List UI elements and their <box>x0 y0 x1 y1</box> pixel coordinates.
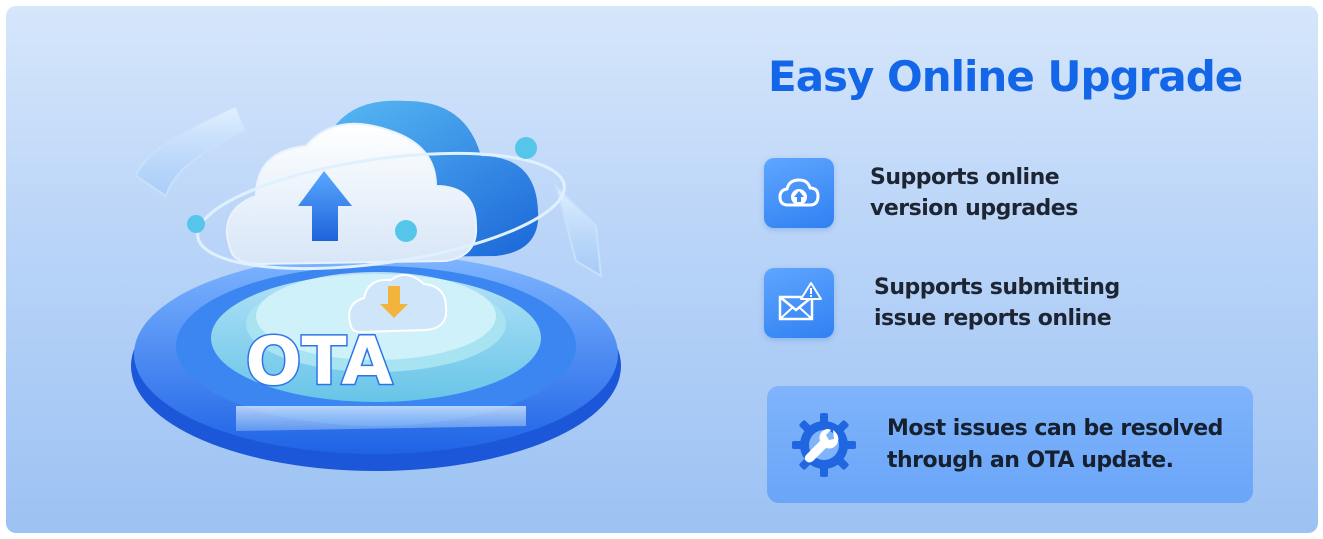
gear-wrench-icon <box>792 412 856 477</box>
ota-label: OTA <box>245 323 392 400</box>
feature-line: Supports online <box>870 165 1060 190</box>
note-line: through an OTA update. <box>887 447 1174 473</box>
page-title: Easy Online Upgrade <box>768 52 1243 101</box>
feature-online-upgrade: Supports online version upgrades <box>764 158 1078 228</box>
note-line: Most issues can be resolved <box>887 415 1223 441</box>
feature-line: version upgrades <box>870 196 1078 221</box>
ota-note-card: Most issues can be resolved through an O… <box>767 386 1253 503</box>
mail-warning-icon <box>764 268 834 338</box>
ota-note-text: Most issues can be resolved through an O… <box>887 413 1223 477</box>
feature-issue-reports: Supports submitting issue reports online <box>764 268 1120 338</box>
ota-cloud-illustration: OTA <box>131 100 621 471</box>
ota-banner: OTA Easy Online Upgrade Supports online … <box>6 6 1318 533</box>
feature-issue-reports-text: Supports submitting issue reports online <box>874 272 1120 334</box>
feature-online-upgrade-text: Supports online version upgrades <box>870 162 1078 224</box>
feature-line: issue reports online <box>874 306 1112 331</box>
cloud-upload-icon <box>764 158 834 228</box>
feature-line: Supports submitting <box>874 275 1120 300</box>
